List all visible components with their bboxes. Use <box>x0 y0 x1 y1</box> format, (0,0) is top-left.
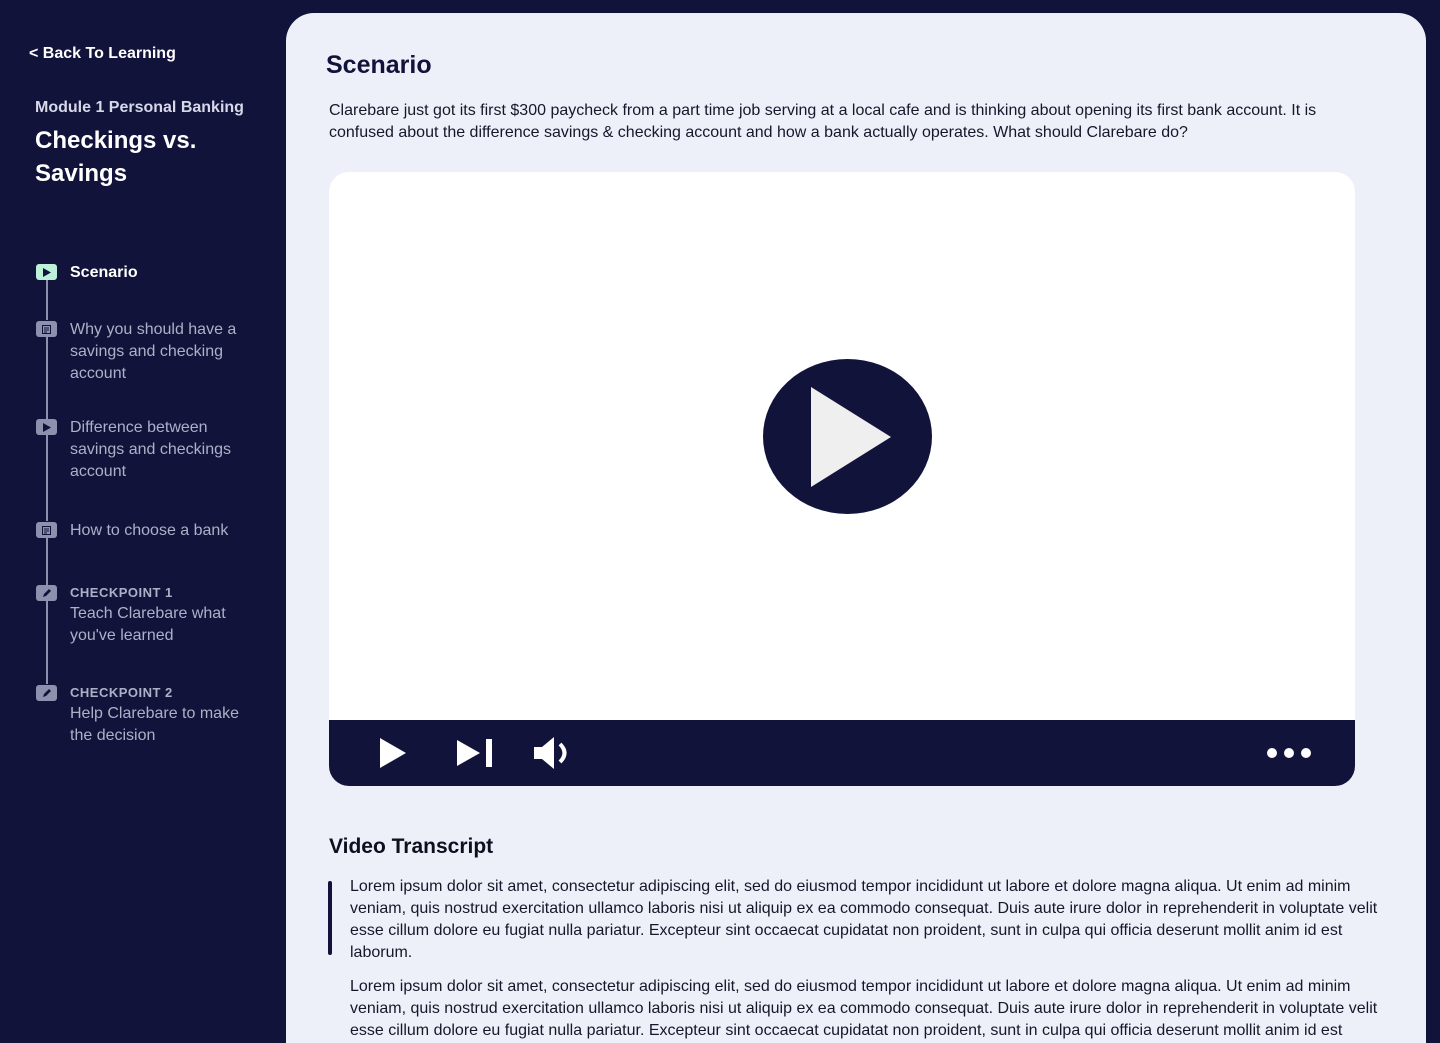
more-options-button[interactable] <box>1265 720 1313 786</box>
step-label: Teach Clarebare what you've learned <box>70 605 226 644</box>
step-label: Why you should have a savings and checki… <box>70 321 237 382</box>
main-panel: Scenario Clarebare just got its first $3… <box>286 13 1426 1043</box>
transcript-title: Video Transcript <box>329 835 494 858</box>
video-controls <box>329 720 1355 786</box>
play-button[interactable] <box>377 720 409 786</box>
volume-icon <box>534 737 567 769</box>
transcript-paragraph: Lorem ipsum dolor sit amet, consectetur … <box>350 878 1378 961</box>
document-icon <box>36 321 57 337</box>
step-label: Difference between savings and checkings… <box>70 419 231 480</box>
play-icon <box>380 738 406 768</box>
transcript-paragraph: Lorem ipsum dolor sit amet, consectetur … <box>350 978 1378 1039</box>
module-label: Module 1 Personal Banking <box>35 99 244 116</box>
step-connector <box>46 538 48 586</box>
step-label: Scenario <box>70 264 138 281</box>
step-connector <box>46 280 48 320</box>
scenario-description: Clarebare just got its first $300 payche… <box>329 102 1317 141</box>
back-to-learning-link[interactable]: < Back To Learning <box>29 45 176 63</box>
step-label: How to choose a bank <box>70 522 229 539</box>
more-icon <box>1267 748 1311 758</box>
step-text-block: CHECKPOINT 2 Help Clarebare to make the … <box>70 683 255 747</box>
pencil-icon <box>36 585 57 601</box>
quote-bar <box>328 881 332 955</box>
step-text-block: CHECKPOINT 1 Teach Clarebare what you've… <box>70 583 255 647</box>
video-player[interactable] <box>329 172 1355 786</box>
pencil-icon <box>36 685 57 701</box>
play-icon <box>810 386 891 487</box>
sidebar: < Back To Learning Module 1 Personal Ban… <box>0 0 286 1024</box>
step-connector <box>46 435 48 521</box>
page-title: Scenario <box>326 51 432 79</box>
step-connector <box>46 337 48 419</box>
play-icon <box>36 264 57 280</box>
volume-button[interactable] <box>532 720 572 786</box>
play-icon <box>36 419 57 435</box>
checkpoint-label: CHECKPOINT 2 <box>70 685 173 700</box>
step-connector <box>46 601 48 684</box>
big-play-button[interactable] <box>763 359 932 514</box>
step-label: Help Clarebare to make the decision <box>70 705 239 744</box>
skip-next-icon <box>457 739 492 767</box>
skip-next-button[interactable] <box>456 720 494 786</box>
module-title: Checkings vs. Savings <box>35 127 197 187</box>
checkpoint-label: CHECKPOINT 1 <box>70 585 173 600</box>
document-icon <box>36 522 57 538</box>
